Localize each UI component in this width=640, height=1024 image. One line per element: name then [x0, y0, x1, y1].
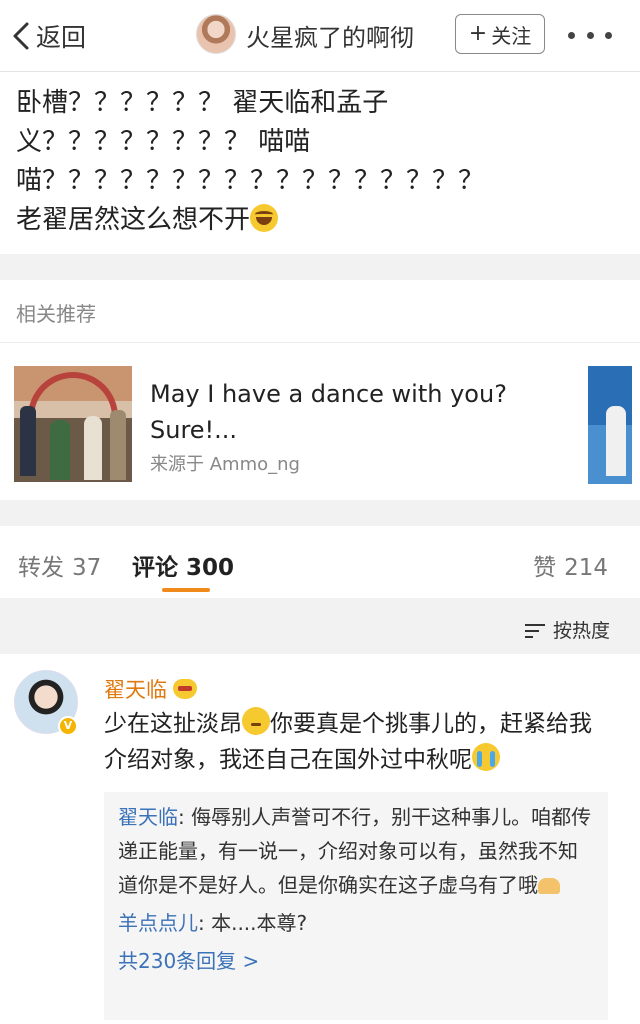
praying-hands-emoji-icon [538, 878, 560, 894]
next-related-thumbnail[interactable] [588, 366, 632, 484]
tab-repost[interactable]: 转发 37 [18, 548, 101, 582]
author-avatar[interactable] [196, 14, 236, 54]
sort-label: 按热度 [552, 620, 610, 642]
divider [0, 342, 640, 343]
plus-icon: + [468, 21, 488, 46]
view-all-replies-link[interactable]: 共230条回复 > [118, 944, 594, 978]
related-title: 相关推荐 [16, 302, 96, 326]
related-recommendations: 相关推荐 May I have a dance with you? Sure!.… [0, 280, 640, 500]
back-button[interactable]: 返回 [10, 14, 86, 58]
author-name[interactable]: 火星疯了的啊彻 [246, 18, 414, 53]
reply-author[interactable]: 翟天临 [118, 805, 178, 829]
tab-likes[interactable]: 赞 214 [533, 548, 608, 582]
back-label: 返回 [36, 23, 87, 52]
top-nav-bar: 返回 火星疯了的啊彻 + 关注 [0, 0, 640, 72]
post-line: 老翟居然这么想不开 [16, 201, 626, 240]
post-line-text: 老翟居然这么想不开 [16, 205, 251, 235]
follow-button[interactable]: + 关注 [455, 14, 545, 54]
awkward-emoji-icon [242, 707, 270, 735]
vip-crown-icon [173, 679, 197, 699]
comment-text-part: 少在这扯淡昂 [104, 711, 242, 737]
interaction-tabs: 转发 37 评论 300 赞 214 [0, 526, 640, 598]
related-item-source: 来源于 Ammo_ng [150, 454, 300, 475]
post-line: 卧槽？？？？？？ 翟天临和孟子 [16, 88, 389, 118]
tab-comments-label: 评论 [132, 555, 178, 581]
sort-by-popularity-button[interactable]: 按热度 [524, 616, 610, 643]
reply-text: : 侮辱别人声誉可不行，别干这种事儿。咱都传递正能量，有一说一，介绍对象可以有，… [118, 805, 592, 897]
follow-label: 关注 [491, 23, 532, 48]
comment-item: V 翟天临 少在这扯淡昂 你要真是个挑事儿的，赶紧给我介绍对象，我还自己在国外过中… [0, 654, 640, 1024]
post-line: 喵？？？？？？？？？？？？？？？？？ [16, 166, 485, 196]
sort-bar: 按热度 [0, 598, 640, 654]
reply-author[interactable]: 羊点点儿 [118, 911, 198, 935]
replies-box[interactable]: 翟天临: 侮辱别人声誉可不行，别干这种事儿。咱都传递正能量，有一说一，介绍对象可… [104, 792, 608, 1020]
verified-badge-icon: V [58, 716, 78, 736]
tab-repost-label: 转发 [18, 555, 64, 581]
laughing-crying-emoji-icon [250, 204, 279, 232]
related-video-thumbnail[interactable] [14, 366, 132, 482]
tab-comments-count: 300 [186, 555, 235, 581]
sort-icon [524, 622, 545, 638]
reply-item: 翟天临: 侮辱别人声誉可不行，别干这种事儿。咱都传递正能量，有一说一，介绍对象可… [118, 800, 594, 902]
commenter-name[interactable]: 翟天临 [104, 674, 197, 704]
post-line: 义？？？？？？？？ 喵喵 [16, 127, 311, 157]
tab-comments[interactable]: 评论 300 [132, 548, 234, 582]
chevron-left-icon [13, 22, 29, 50]
active-tab-indicator [162, 588, 210, 592]
tab-repost-count: 37 [72, 555, 102, 581]
commenter-name-text: 翟天临 [104, 678, 167, 702]
post-body: 卧槽？？？？？？ 翟天临和孟子 义？？？？？？？？ 喵喵 喵？？？？？？？？？？… [0, 72, 640, 254]
more-options-icon[interactable] [568, 20, 612, 50]
crying-emoji-icon [472, 743, 500, 771]
reply-item: 羊点点儿: 本....本尊? [118, 906, 594, 940]
related-item-title[interactable]: May I have a dance with you? Sure!... [150, 376, 570, 448]
tab-likes-count: 214 [564, 555, 608, 581]
reply-text: : 本....本尊? [198, 911, 308, 935]
comment-text: 少在这扯淡昂 你要真是个挑事儿的，赶紧给我介绍对象，我还自己在国外过中秋呢 [104, 706, 614, 778]
tab-likes-label: 赞 [533, 555, 557, 581]
